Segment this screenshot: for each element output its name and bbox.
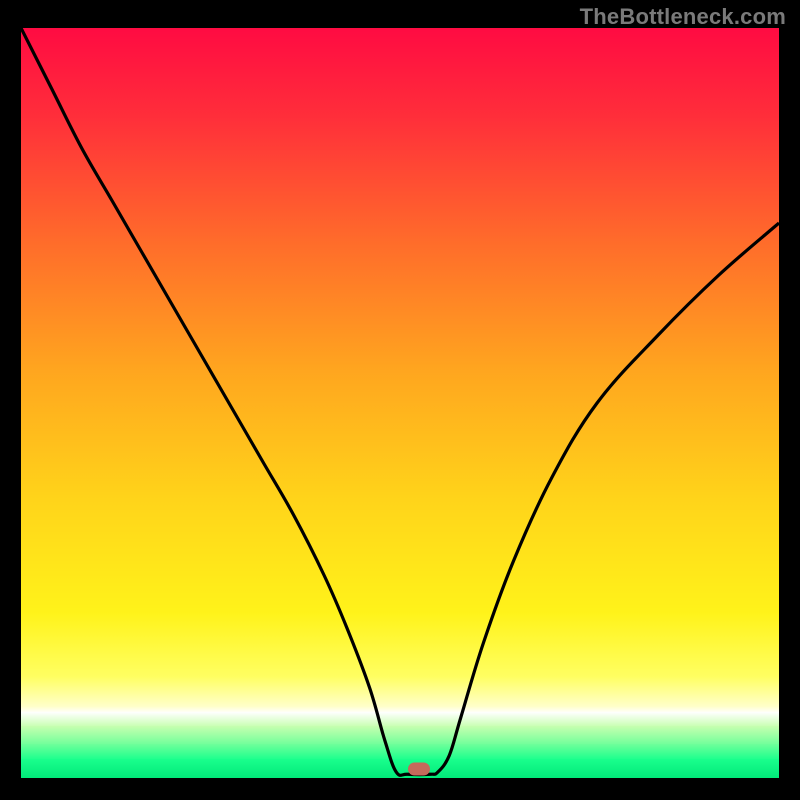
watermark-text: TheBottleneck.com [580, 4, 786, 30]
optimum-marker [408, 763, 430, 776]
plot-area [21, 28, 779, 778]
chart-frame: TheBottleneck.com [0, 0, 800, 800]
bottleneck-curve [21, 28, 779, 778]
